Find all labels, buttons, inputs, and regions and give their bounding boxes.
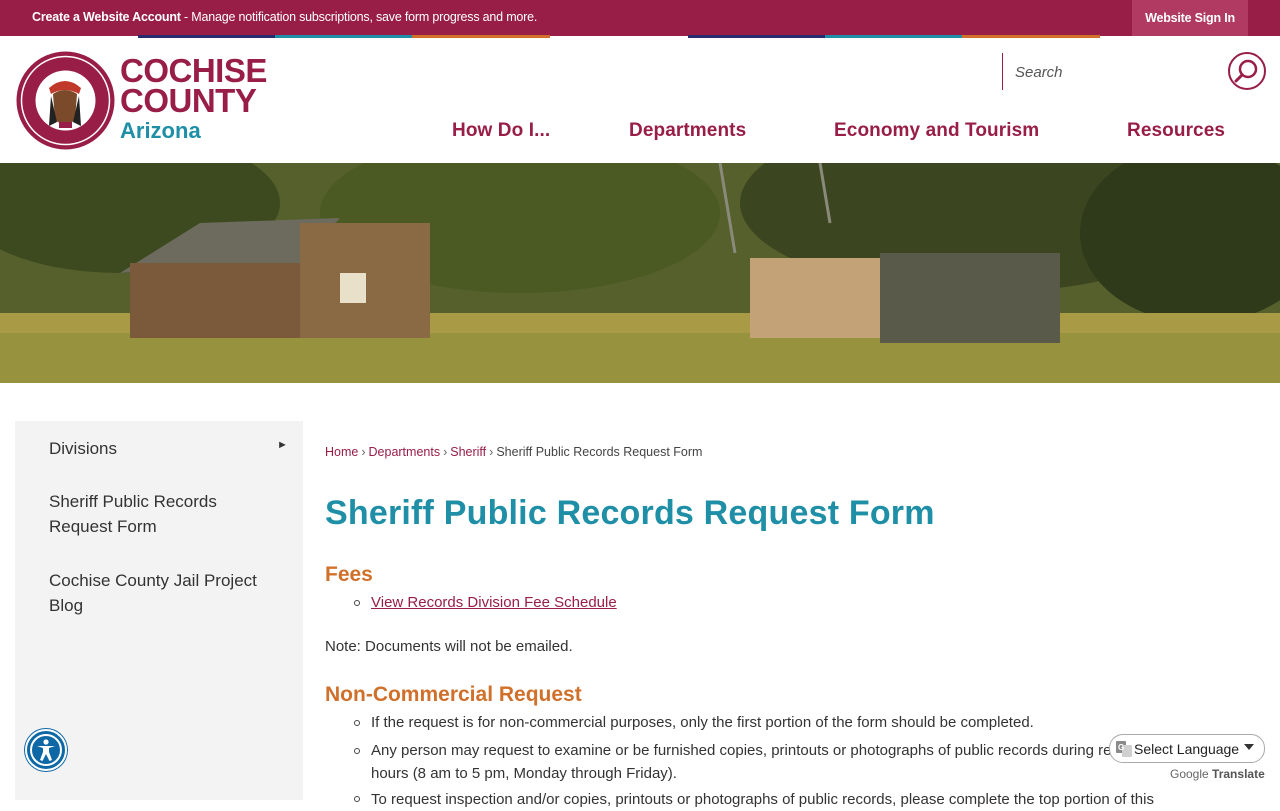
logo-text-county: COUNTY (120, 82, 257, 119)
accessibility-icon (30, 734, 62, 766)
list-bullet (354, 600, 360, 606)
list-bullet (354, 796, 360, 802)
note-text: Note: Documents will not be emailed. (325, 638, 573, 655)
breadcrumb-separator: › (489, 445, 494, 459)
hero-landscape (0, 163, 1280, 383)
nav-departments[interactable]: Departments (629, 120, 746, 142)
list-item: If the request is for non-commercial pur… (371, 714, 1034, 731)
breadcrumb-sheriff[interactable]: Sheriff (450, 445, 486, 459)
account-description: - Manage notification subscriptions, sav… (184, 10, 538, 24)
expand-arrow-icon[interactable]: ► (277, 439, 288, 451)
account-message: Create a Website Account - Manage notifi… (32, 10, 537, 24)
sidebar-item-divisions[interactable]: Divisions (49, 436, 269, 461)
breadcrumb-home[interactable]: Home (325, 445, 358, 459)
page-title: Sheriff Public Records Request Form (325, 494, 935, 532)
google-translate-icon: G (1116, 741, 1132, 757)
nav-economy-and-tourism[interactable]: Economy and Tourism (834, 120, 1039, 142)
nav-how-do-i[interactable]: How Do I... (452, 120, 550, 142)
breadcrumb-separator: › (361, 445, 366, 459)
list-item: Any person may request to examine or be … (371, 742, 1185, 759)
search-box (1002, 53, 1222, 90)
fees-heading: Fees (325, 563, 373, 586)
logo-text-arizona: Arizona (120, 118, 201, 143)
language-select[interactable]: G Select Language (1109, 734, 1265, 763)
search-icon (1234, 59, 1258, 83)
list-bullet (354, 748, 360, 754)
nav-resources[interactable]: Resources (1127, 120, 1225, 142)
breadcrumb-separator: › (443, 445, 448, 459)
list-item: View Records Division Fee Schedule (371, 591, 617, 614)
translate-word: Translate (1212, 767, 1265, 781)
search-button[interactable] (1228, 52, 1266, 90)
accessibility-button[interactable] (25, 729, 67, 771)
list-item-continued: hours (8 am to 5 pm, Monday through Frid… (371, 765, 677, 782)
county-seal-logo[interactable] (15, 50, 116, 151)
powered-by-google-translate[interactable]: Google Translate (1170, 767, 1265, 781)
breadcrumb-departments[interactable]: Departments (369, 445, 441, 459)
create-account-link[interactable]: Create a Website Account (32, 10, 181, 24)
list-bullet (354, 720, 360, 726)
svg-text:G: G (1118, 743, 1124, 752)
search-input[interactable] (1015, 60, 1215, 84)
sidebar-item-jail-blog[interactable]: Cochise County Jail Project Blog (49, 568, 269, 618)
google-wordmark: Google (1170, 767, 1209, 781)
breadcrumb: Home › Departments › Sheriff › Sheriff Public … (325, 445, 702, 459)
fee-schedule-link[interactable]: View Records Division Fee Schedule (371, 594, 617, 611)
chevron-down-icon (1244, 744, 1254, 750)
sidebar-item-records-form[interactable]: Sheriff Public Records Request Form (49, 489, 269, 539)
hero-banner-image (0, 163, 1280, 383)
breadcrumb-current: Sheriff Public Records Request Form (496, 445, 703, 459)
top-notification-bar: Create a Website Account - Manage notifi… (0, 0, 1280, 36)
site-header: COCHISE COUNTY Arizona How Do I... Depar… (0, 38, 1280, 163)
language-select-label: Select Language (1134, 740, 1240, 757)
website-sign-in-button[interactable]: Website Sign In (1132, 0, 1248, 36)
non-commercial-heading: Non-Commercial Request (325, 683, 582, 706)
